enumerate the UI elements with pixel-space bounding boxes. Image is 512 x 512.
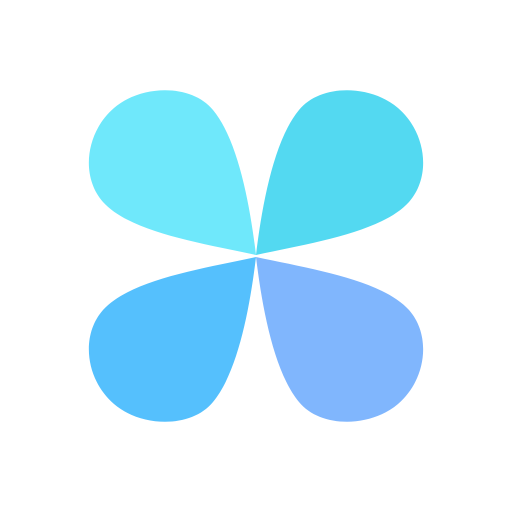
four-petal-clover-logo bbox=[0, 0, 512, 512]
icon-background bbox=[0, 0, 512, 512]
